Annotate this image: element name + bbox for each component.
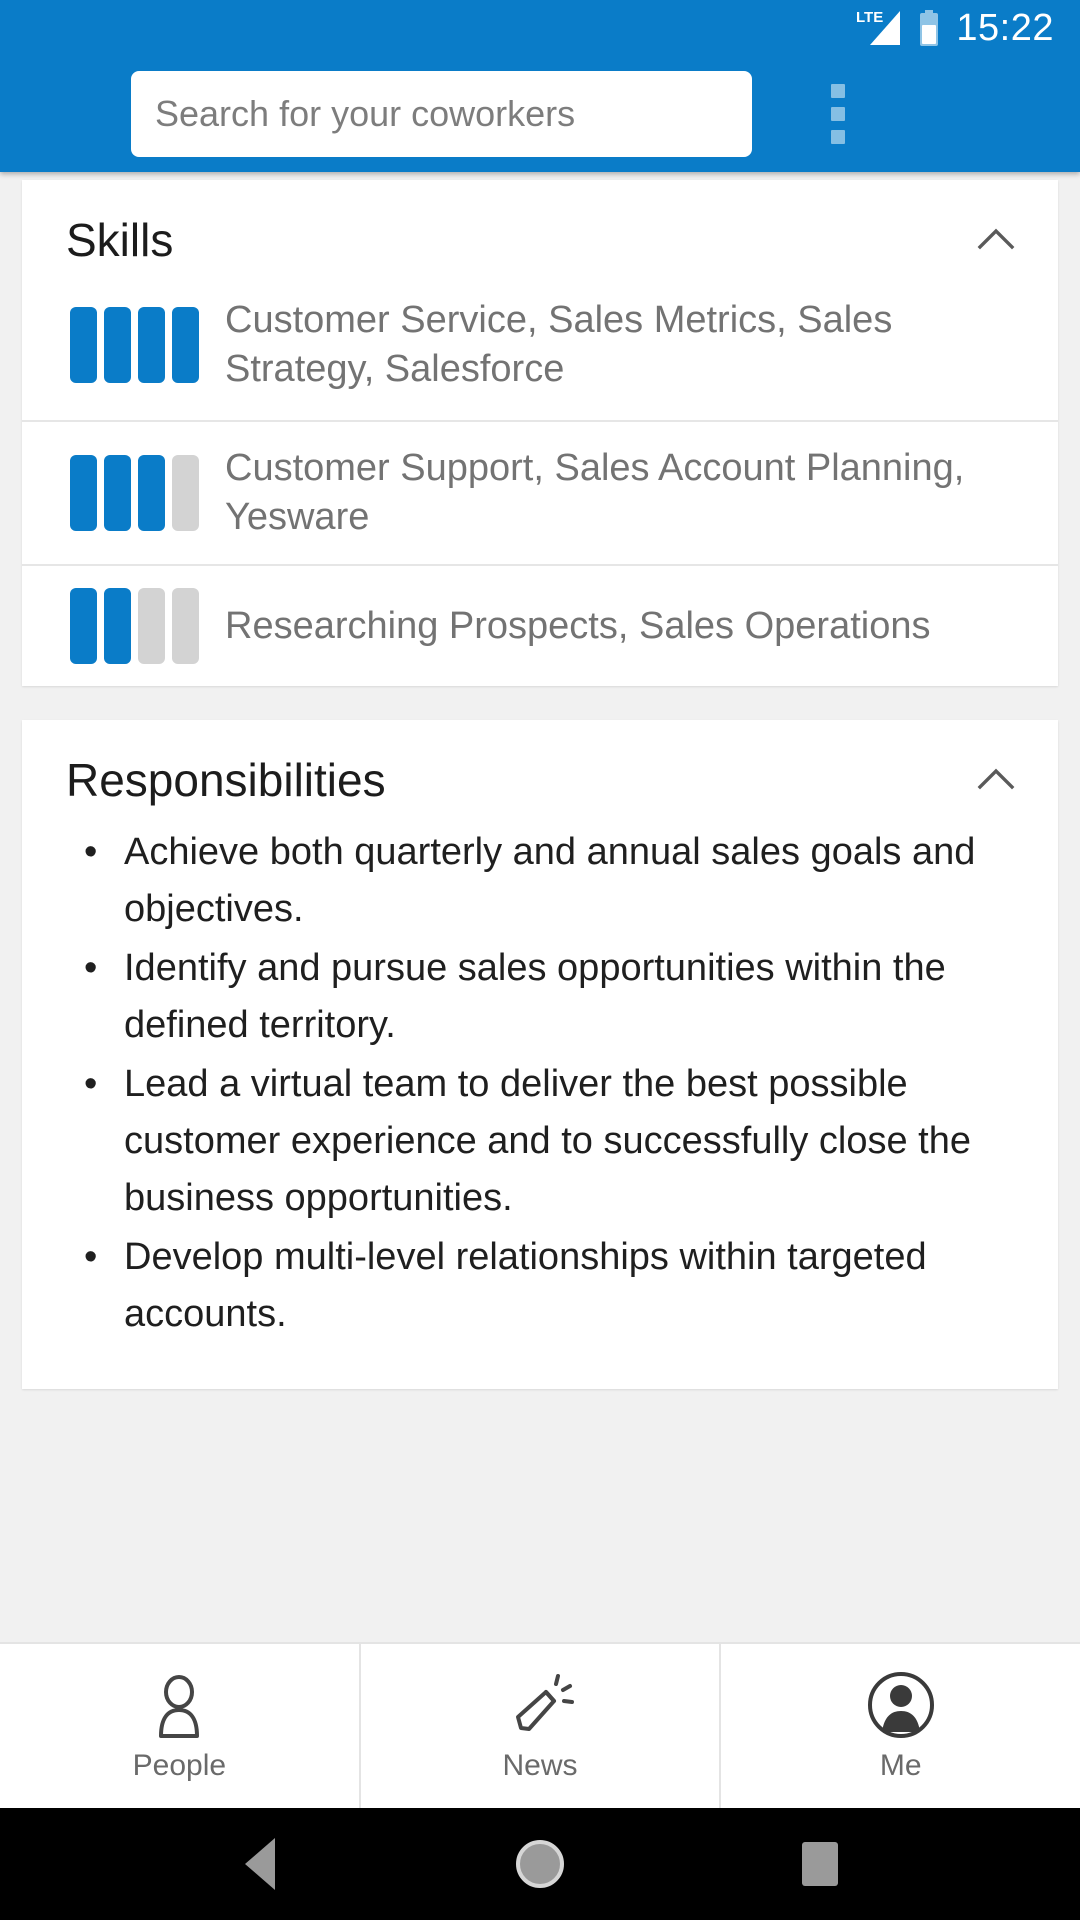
back-glyph <box>245 1838 275 1890</box>
skill-rating-bars <box>70 588 199 664</box>
search-input[interactable] <box>131 71 752 157</box>
skill-label: Researching Prospects, Sales Operations <box>225 604 931 647</box>
bottom-tab-bar: People News Me <box>0 1642 1080 1808</box>
tab-people[interactable]: People <box>0 1644 361 1808</box>
rating-bar <box>138 588 165 664</box>
home-circle-icon[interactable] <box>480 1808 600 1920</box>
person-outline-icon <box>144 1670 214 1740</box>
responsibilities-list: Achieve both quarterly and annual sales … <box>62 824 1018 1343</box>
rating-bar <box>104 307 131 383</box>
rating-bar <box>138 307 165 383</box>
status-bar-clock: 15:22 <box>956 7 1054 49</box>
megaphone-icon <box>505 1670 575 1740</box>
skills-card-header[interactable]: Skills <box>22 180 1058 292</box>
app-bar: LTE 15:22 <box>0 0 1080 172</box>
tab-me[interactable]: Me <box>721 1644 1080 1808</box>
skill-rating-bars <box>70 307 199 383</box>
recent-apps-square-icon[interactable] <box>760 1808 880 1920</box>
android-nav-bar <box>0 1808 1080 1920</box>
rating-bar <box>172 455 199 531</box>
avatar-circle-icon <box>866 1670 936 1740</box>
overflow-dot <box>831 107 845 121</box>
skill-rating-bars <box>70 455 199 531</box>
chevron-up-icon[interactable] <box>970 214 1022 266</box>
tab-people-label: People <box>132 1749 227 1782</box>
responsibilities-card-header[interactable]: Responsibilities <box>22 720 1058 824</box>
app-bar-main-row <box>0 56 1080 172</box>
overflow-dot <box>831 84 845 98</box>
list-item: Lead a virtual team to deliver the best … <box>62 1056 1018 1227</box>
tab-me-label: Me <box>879 1749 922 1782</box>
status-bar-right-group: LTE 15:22 <box>856 9 1054 47</box>
overflow-menu-icon[interactable] <box>808 78 868 150</box>
svg-text:LTE: LTE <box>856 9 883 26</box>
rating-bar <box>70 455 97 531</box>
rating-bar <box>70 307 97 383</box>
signal-bars-icon: LTE <box>856 9 902 47</box>
list-item: Achieve both quarterly and annual sales … <box>62 824 1018 938</box>
skill-row[interactable]: Customer Support, Sales Account Planning… <box>22 420 1058 564</box>
home-glyph <box>516 1840 564 1888</box>
rating-bar <box>104 588 131 664</box>
rating-bar <box>172 588 199 664</box>
status-bar: LTE 15:22 <box>0 0 1080 56</box>
chevron-up-icon[interactable] <box>970 754 1022 806</box>
phone-screen: LTE 15:22 Search for your coworkers Skil… <box>0 0 1080 1920</box>
rating-bar <box>70 588 97 664</box>
battery-icon <box>917 10 941 46</box>
skills-card: Skills Customer Service, Sales Metrics, … <box>22 180 1058 686</box>
rating-bar <box>172 307 199 383</box>
back-triangle-icon[interactable] <box>200 1808 320 1920</box>
tab-news-label: News <box>502 1749 578 1782</box>
rating-bar <box>104 455 131 531</box>
skill-row[interactable]: Researching Prospects, Sales Operations <box>22 564 1058 686</box>
list-item: Identify and pursue sales opportunities … <box>62 940 1018 1054</box>
scroll-content[interactable]: Skills Customer Service, Sales Metrics, … <box>0 172 1080 1642</box>
skill-label: Customer Service, Sales Metrics, Sales S… <box>225 299 893 390</box>
rating-bar <box>138 455 165 531</box>
responsibilities-card: Responsibilities Achieve both quarterly … <box>22 720 1058 1389</box>
tab-news[interactable]: News <box>360 1644 722 1808</box>
skill-row[interactable]: Customer Service, Sales Metrics, Sales S… <box>22 292 1058 420</box>
recent-glyph <box>802 1842 838 1886</box>
list-item: Develop multi-level relationships within… <box>62 1229 1018 1343</box>
responsibilities-title: Responsibilities <box>66 754 386 806</box>
skills-title: Skills <box>66 214 174 266</box>
overflow-dot <box>831 130 845 144</box>
skill-label: Customer Support, Sales Account Planning… <box>225 447 965 538</box>
responsibilities-body: Achieve both quarterly and annual sales … <box>22 824 1058 1389</box>
